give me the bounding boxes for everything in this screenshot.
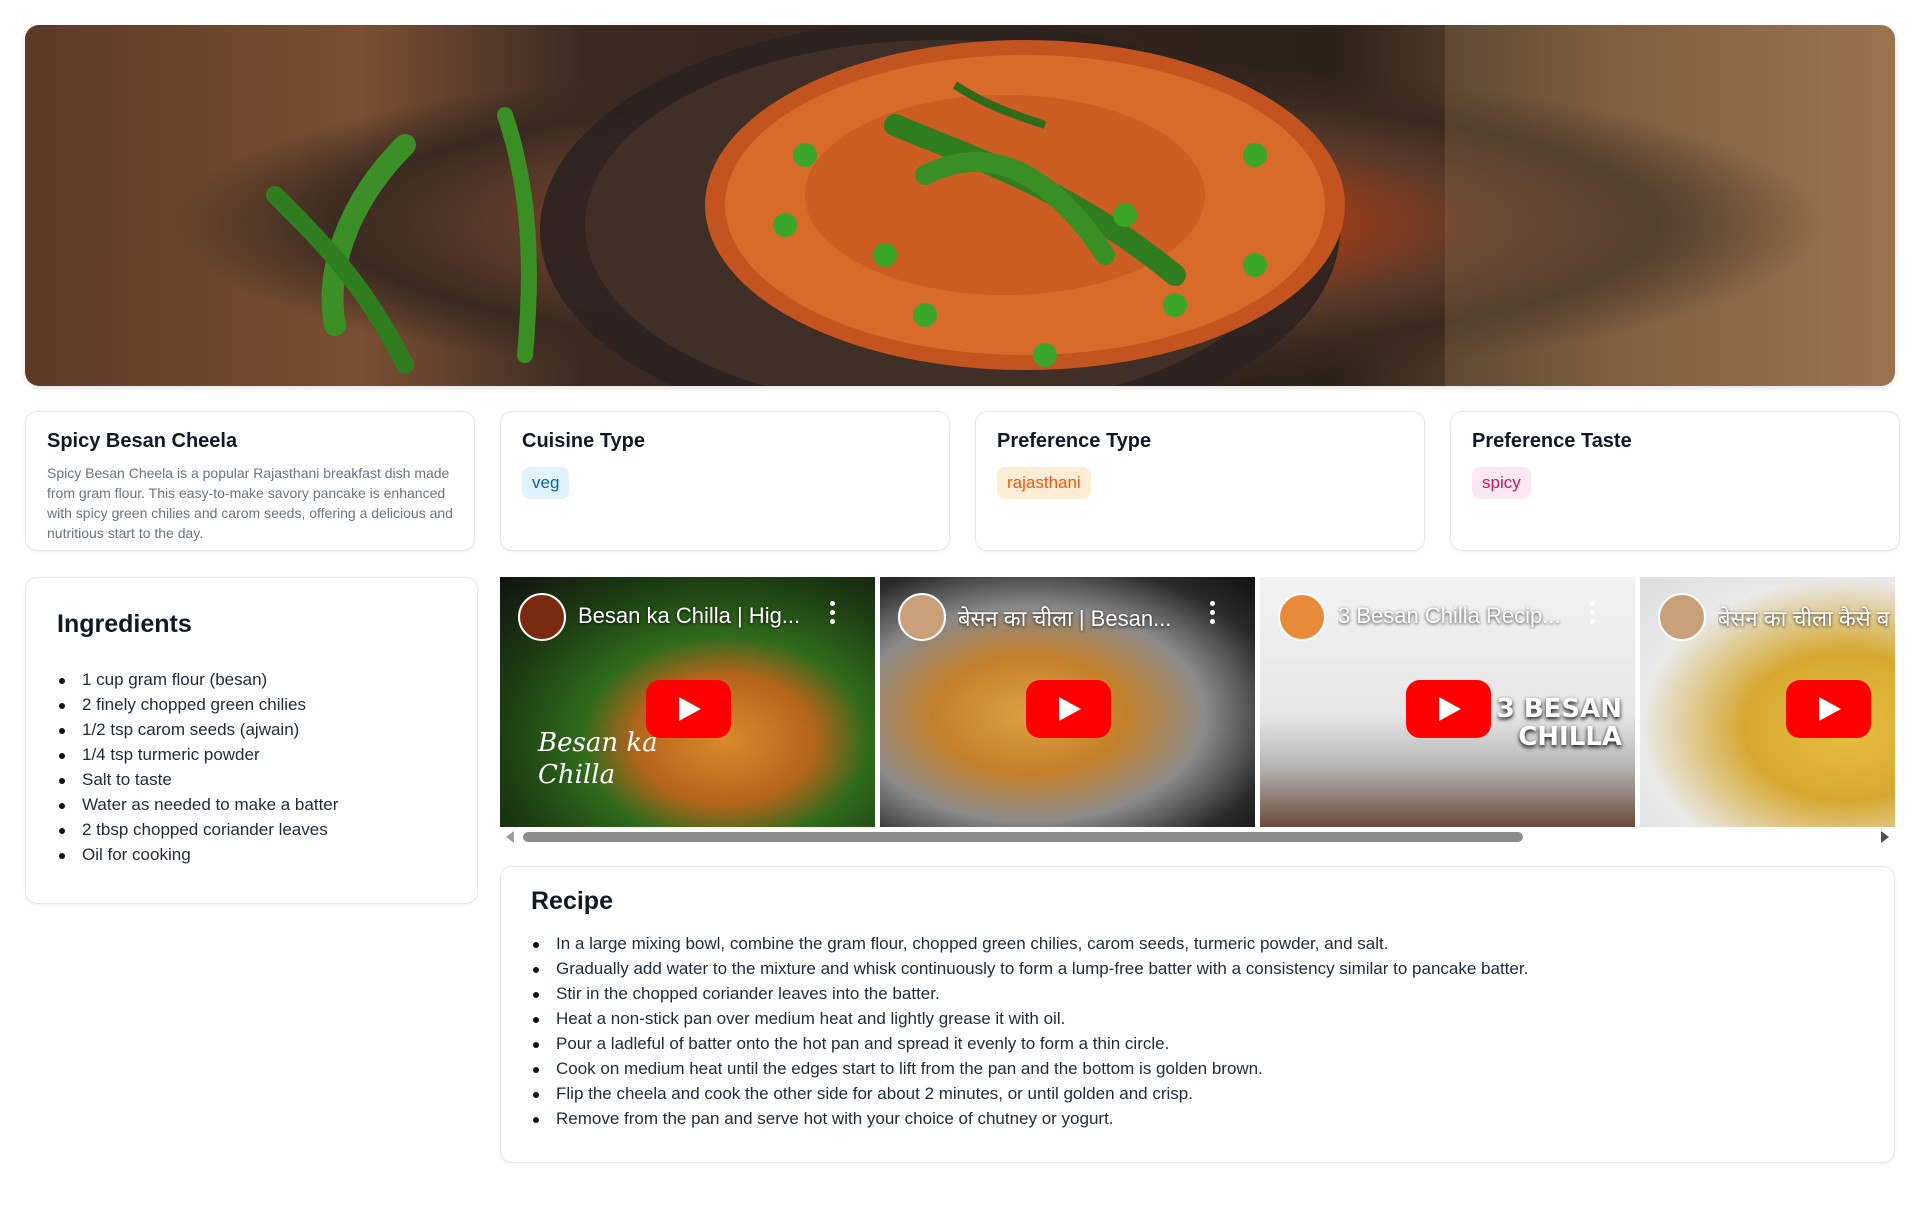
scroll-left-arrow-icon[interactable] (506, 831, 514, 843)
more-options-icon[interactable] (1589, 601, 1595, 627)
video-title[interactable]: बेसन का चीला कैसे ब (1718, 603, 1895, 633)
video-title[interactable]: 3 Besan Chilla Recip... (1338, 603, 1589, 629)
more-options-icon[interactable] (1209, 601, 1215, 627)
preference-type-card: Preference Type rajasthani (975, 411, 1425, 551)
preference-type-label: Preference Type (997, 430, 1152, 452)
dish-summary-card: Spicy Besan Cheela Spicy Besan Cheela is… (25, 411, 475, 551)
list-item: Oil for cooking (57, 842, 446, 867)
play-button[interactable] (1025, 680, 1111, 738)
video-thumbnail[interactable]: बेसन का चीला | Besan... (880, 577, 1255, 827)
dish-title: Spicy Besan Cheela (47, 430, 238, 452)
more-options-icon[interactable] (829, 601, 835, 627)
scroll-right-arrow-icon[interactable] (1881, 831, 1889, 843)
list-item: Flip the cheela and cook the other side … (531, 1081, 1864, 1106)
preference-taste-label: Preference Taste (1472, 430, 1632, 452)
list-item: 1/2 tsp carom seeds (ajwain) (57, 717, 446, 742)
list-item: Salt to taste (57, 767, 446, 792)
hero-image (25, 25, 1895, 386)
list-item: Pour a ladleful of batter onto the hot p… (531, 1031, 1864, 1056)
list-item: 2 finely chopped green chilies (57, 692, 446, 717)
list-item: 2 tbsp chopped coriander leaves (57, 817, 446, 842)
play-button[interactable] (645, 680, 731, 738)
recipe-steps-list: In a large mixing bowl, combine the gram… (531, 931, 1864, 1131)
cuisine-type-card: Cuisine Type veg (500, 411, 950, 551)
preference-taste-tag: spicy (1472, 467, 1531, 499)
play-button[interactable] (1785, 680, 1871, 738)
video-title[interactable]: बेसन का चीला | Besan... (958, 603, 1209, 633)
video-thumbnail[interactable]: 3 Besan Chilla Recip... 3 BESAN CHILLA (1260, 577, 1635, 827)
ingredients-title: Ingredients (57, 610, 192, 638)
video-overlay-text: 3 BESAN CHILLA (1496, 694, 1622, 752)
list-item: Stir in the chopped coriander leaves int… (531, 981, 1864, 1006)
video-overlay-text: Besan ka Chilla (538, 728, 658, 790)
channel-avatar[interactable] (898, 593, 946, 641)
video-thumbnail[interactable]: बेसन का चीला कैसे ब (1640, 577, 1895, 827)
channel-avatar[interactable] (518, 593, 566, 641)
cuisine-type-tag: veg (522, 467, 570, 499)
dish-description: Spicy Besan Cheela is a popular Rajastha… (47, 465, 453, 541)
hero-illustration (266, 25, 1895, 386)
channel-avatar[interactable] (1658, 593, 1706, 641)
ingredients-card: Ingredients 1 cup gram flour (besan) 2 f… (25, 577, 478, 904)
list-item: 1/4 tsp turmeric powder (57, 742, 446, 767)
video-carousel-scrollbar[interactable] (500, 828, 1895, 844)
video-thumbnail[interactable]: Besan ka Chilla | Hig... Besan ka Chilla (500, 577, 875, 827)
list-item: Gradually add water to the mixture and w… (531, 956, 1864, 981)
ingredients-list: 1 cup gram flour (besan) 2 finely choppe… (57, 667, 446, 867)
play-button[interactable] (1405, 680, 1491, 738)
list-item: Water as needed to make a batter (57, 792, 446, 817)
list-item: 1 cup gram flour (besan) (57, 667, 446, 692)
list-item: Remove from the pan and serve hot with y… (531, 1106, 1864, 1131)
video-title[interactable]: Besan ka Chilla | Hig... (578, 603, 829, 629)
list-item: Heat a non-stick pan over medium heat an… (531, 1006, 1864, 1031)
preference-type-tag: rajasthani (997, 467, 1091, 499)
scrollbar-thumb[interactable] (523, 832, 1523, 842)
list-item: Cook on medium heat until the edges star… (531, 1056, 1864, 1081)
recipe-card: Recipe In a large mixing bowl, combine t… (500, 866, 1895, 1163)
cuisine-type-label: Cuisine Type (522, 430, 645, 452)
channel-avatar[interactable] (1278, 593, 1326, 641)
recipe-title: Recipe (531, 887, 613, 915)
list-item: In a large mixing bowl, combine the gram… (531, 931, 1864, 956)
preference-taste-card: Preference Taste spicy (1450, 411, 1900, 551)
video-carousel[interactable]: Besan ka Chilla | Hig... Besan ka Chilla… (500, 577, 1895, 827)
